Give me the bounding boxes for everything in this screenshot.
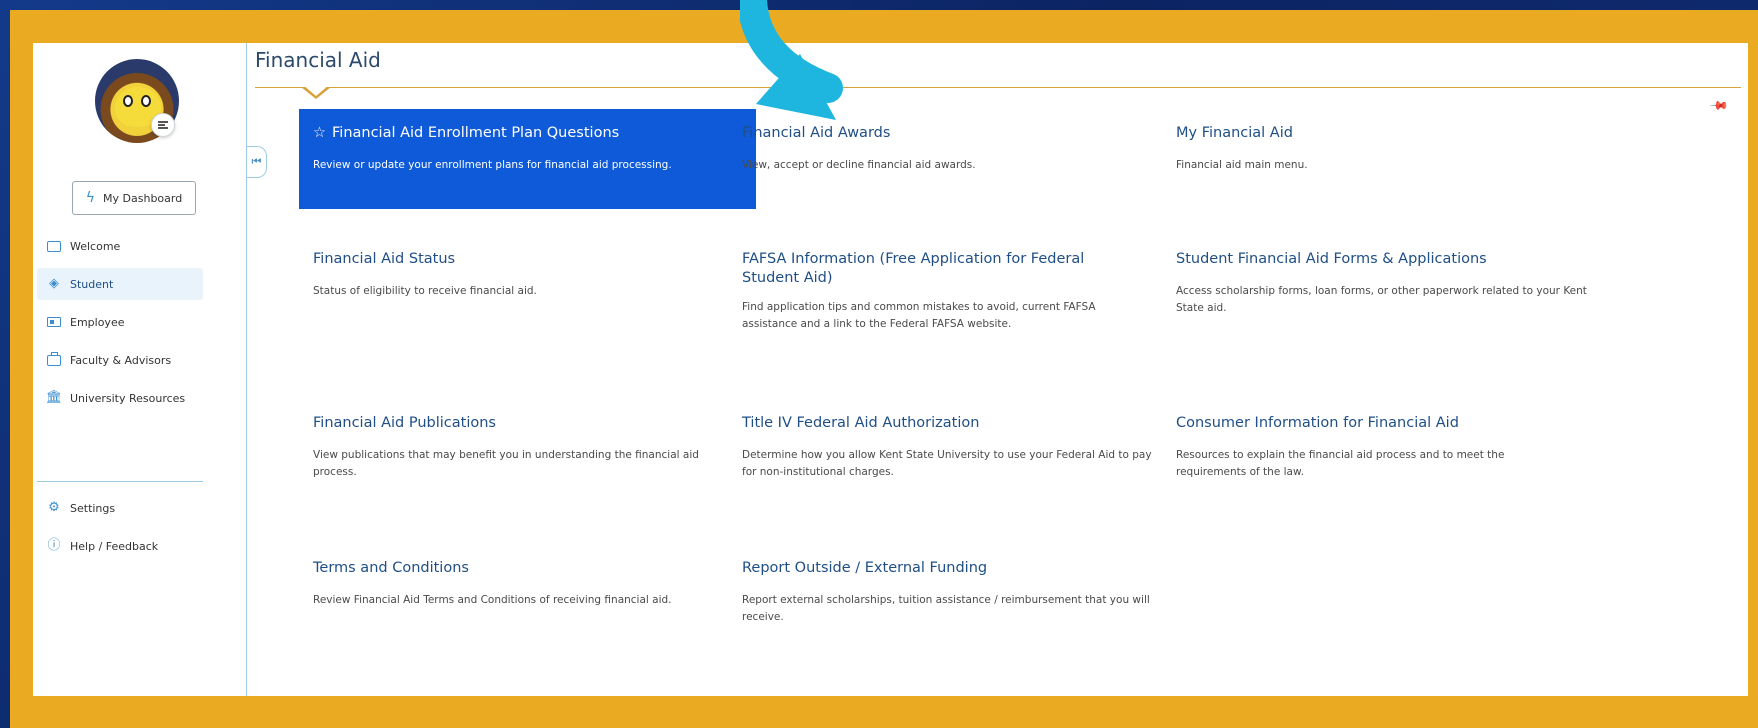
title-underline (255, 87, 1741, 88)
card-financial-aid-awards[interactable]: Financial Aid Awards View, accept or dec… (728, 109, 1185, 209)
gear-icon: ⚙ (48, 500, 60, 515)
id-card-icon (47, 316, 61, 328)
card-consumer-information[interactable]: Consumer Information for Financial Aid R… (1162, 399, 1562, 499)
sidebar-item-faculty-advisors[interactable]: Faculty & Advisors (37, 344, 203, 376)
card-description: Report external scholarships, tuition as… (742, 594, 1150, 623)
pin-icon[interactable]: 📌 (1709, 96, 1729, 116)
graduation-cap-icon: ◈ (49, 276, 59, 291)
sidebar-nav: Welcome ◈ Student Employee Faculty & Adv… (37, 230, 203, 420)
card-description: Resources to explain the financial aid p… (1176, 449, 1505, 478)
card-title: Consumer Information for Financial Aid (1176, 415, 1459, 431)
sidebar: ϟ My Dashboard Welcome ◈ Student Employe… (33, 43, 247, 696)
card-financial-aid-status[interactable]: Financial Aid Status Status of eligibili… (299, 235, 756, 335)
star-icon: ☆ (313, 125, 326, 141)
card-enrollment-plan-questions[interactable]: ☆ Financial Aid Enrollment Plan Questions… (299, 109, 756, 209)
page-title: Financial Aid (255, 48, 381, 72)
card-title: Financial Aid Publications (313, 415, 496, 431)
sidebar-footer-nav: ⚙ Settings ⓘ Help / Feedback (37, 492, 203, 568)
card-description: View publications that may benefit you i… (313, 449, 699, 478)
card-description: Determine how you allow Kent State Unive… (742, 449, 1152, 478)
card-report-outside-funding[interactable]: Report Outside / External Funding Report… (728, 544, 1168, 644)
card-student-aid-forms[interactable]: Student Financial Aid Forms & Applicatio… (1162, 235, 1622, 335)
my-dashboard-label: My Dashboard (103, 191, 183, 205)
profile-menu-icon[interactable] (151, 113, 175, 137)
sidebar-item-student[interactable]: ◈ Student (37, 268, 203, 300)
card-description: Find application tips and common mistake… (742, 301, 1096, 330)
sidebar-divider (37, 481, 203, 482)
card-terms-and-conditions[interactable]: Terms and Conditions Review Financial Ai… (299, 544, 739, 644)
card-description: Access scholarship forms, loan forms, or… (1176, 285, 1587, 314)
collapse-icon: ⏮ (251, 155, 262, 168)
sidebar-item-help-feedback[interactable]: ⓘ Help / Feedback (37, 530, 203, 562)
card-title: FAFSA Information (Free Application for … (742, 251, 1085, 286)
annotation-arrow (740, 0, 843, 120)
lightning-icon: ϟ (85, 190, 96, 206)
title-notch (301, 85, 331, 99)
card-title: Financial Aid Awards (742, 125, 891, 141)
sidebar-item-welcome[interactable]: Welcome (37, 230, 203, 262)
card-title: Financial Aid Enrollment Plan Questions (332, 125, 620, 141)
app-window: ϟ My Dashboard Welcome ◈ Student Employe… (33, 43, 1748, 696)
card-title-iv-authorization[interactable]: Title IV Federal Aid Authorization Deter… (728, 399, 1168, 499)
card-description: Review Financial Aid Terms and Condition… (313, 594, 672, 606)
my-dashboard-button[interactable]: ϟ My Dashboard (72, 181, 196, 215)
card-fafsa-information[interactable]: FAFSA Information (Free Application for … (728, 235, 1158, 355)
sidebar-item-employee[interactable]: Employee (37, 306, 203, 338)
help-icon: ⓘ (47, 538, 61, 553)
card-financial-aid-publications[interactable]: Financial Aid Publications View publicat… (299, 399, 739, 499)
card-title: Student Financial Aid Forms & Applicatio… (1176, 251, 1487, 267)
collapse-sidebar-button[interactable]: ⏮ (247, 146, 267, 178)
sidebar-item-settings[interactable]: ⚙ Settings (37, 492, 203, 524)
institution-icon: 🏛 (45, 390, 63, 405)
card-description: Review or update your enrollment plans f… (313, 159, 672, 171)
window-icon (47, 240, 61, 252)
sidebar-item-university-resources[interactable]: 🏛 University Resources (37, 382, 203, 414)
card-title: Title IV Federal Aid Authorization (742, 415, 980, 431)
card-description: Financial aid main menu. (1176, 159, 1308, 171)
briefcase-icon (47, 351, 61, 366)
card-my-financial-aid[interactable]: My Financial Aid Financial aid main menu… (1162, 109, 1619, 209)
card-title: My Financial Aid (1176, 125, 1293, 141)
card-title: Terms and Conditions (313, 560, 469, 576)
card-description: Status of eligibility to receive financi… (313, 285, 537, 297)
card-title: Financial Aid Status (313, 251, 456, 267)
card-description: View, accept or decline financial aid aw… (742, 159, 976, 171)
card-title: Report Outside / External Funding (742, 560, 988, 576)
